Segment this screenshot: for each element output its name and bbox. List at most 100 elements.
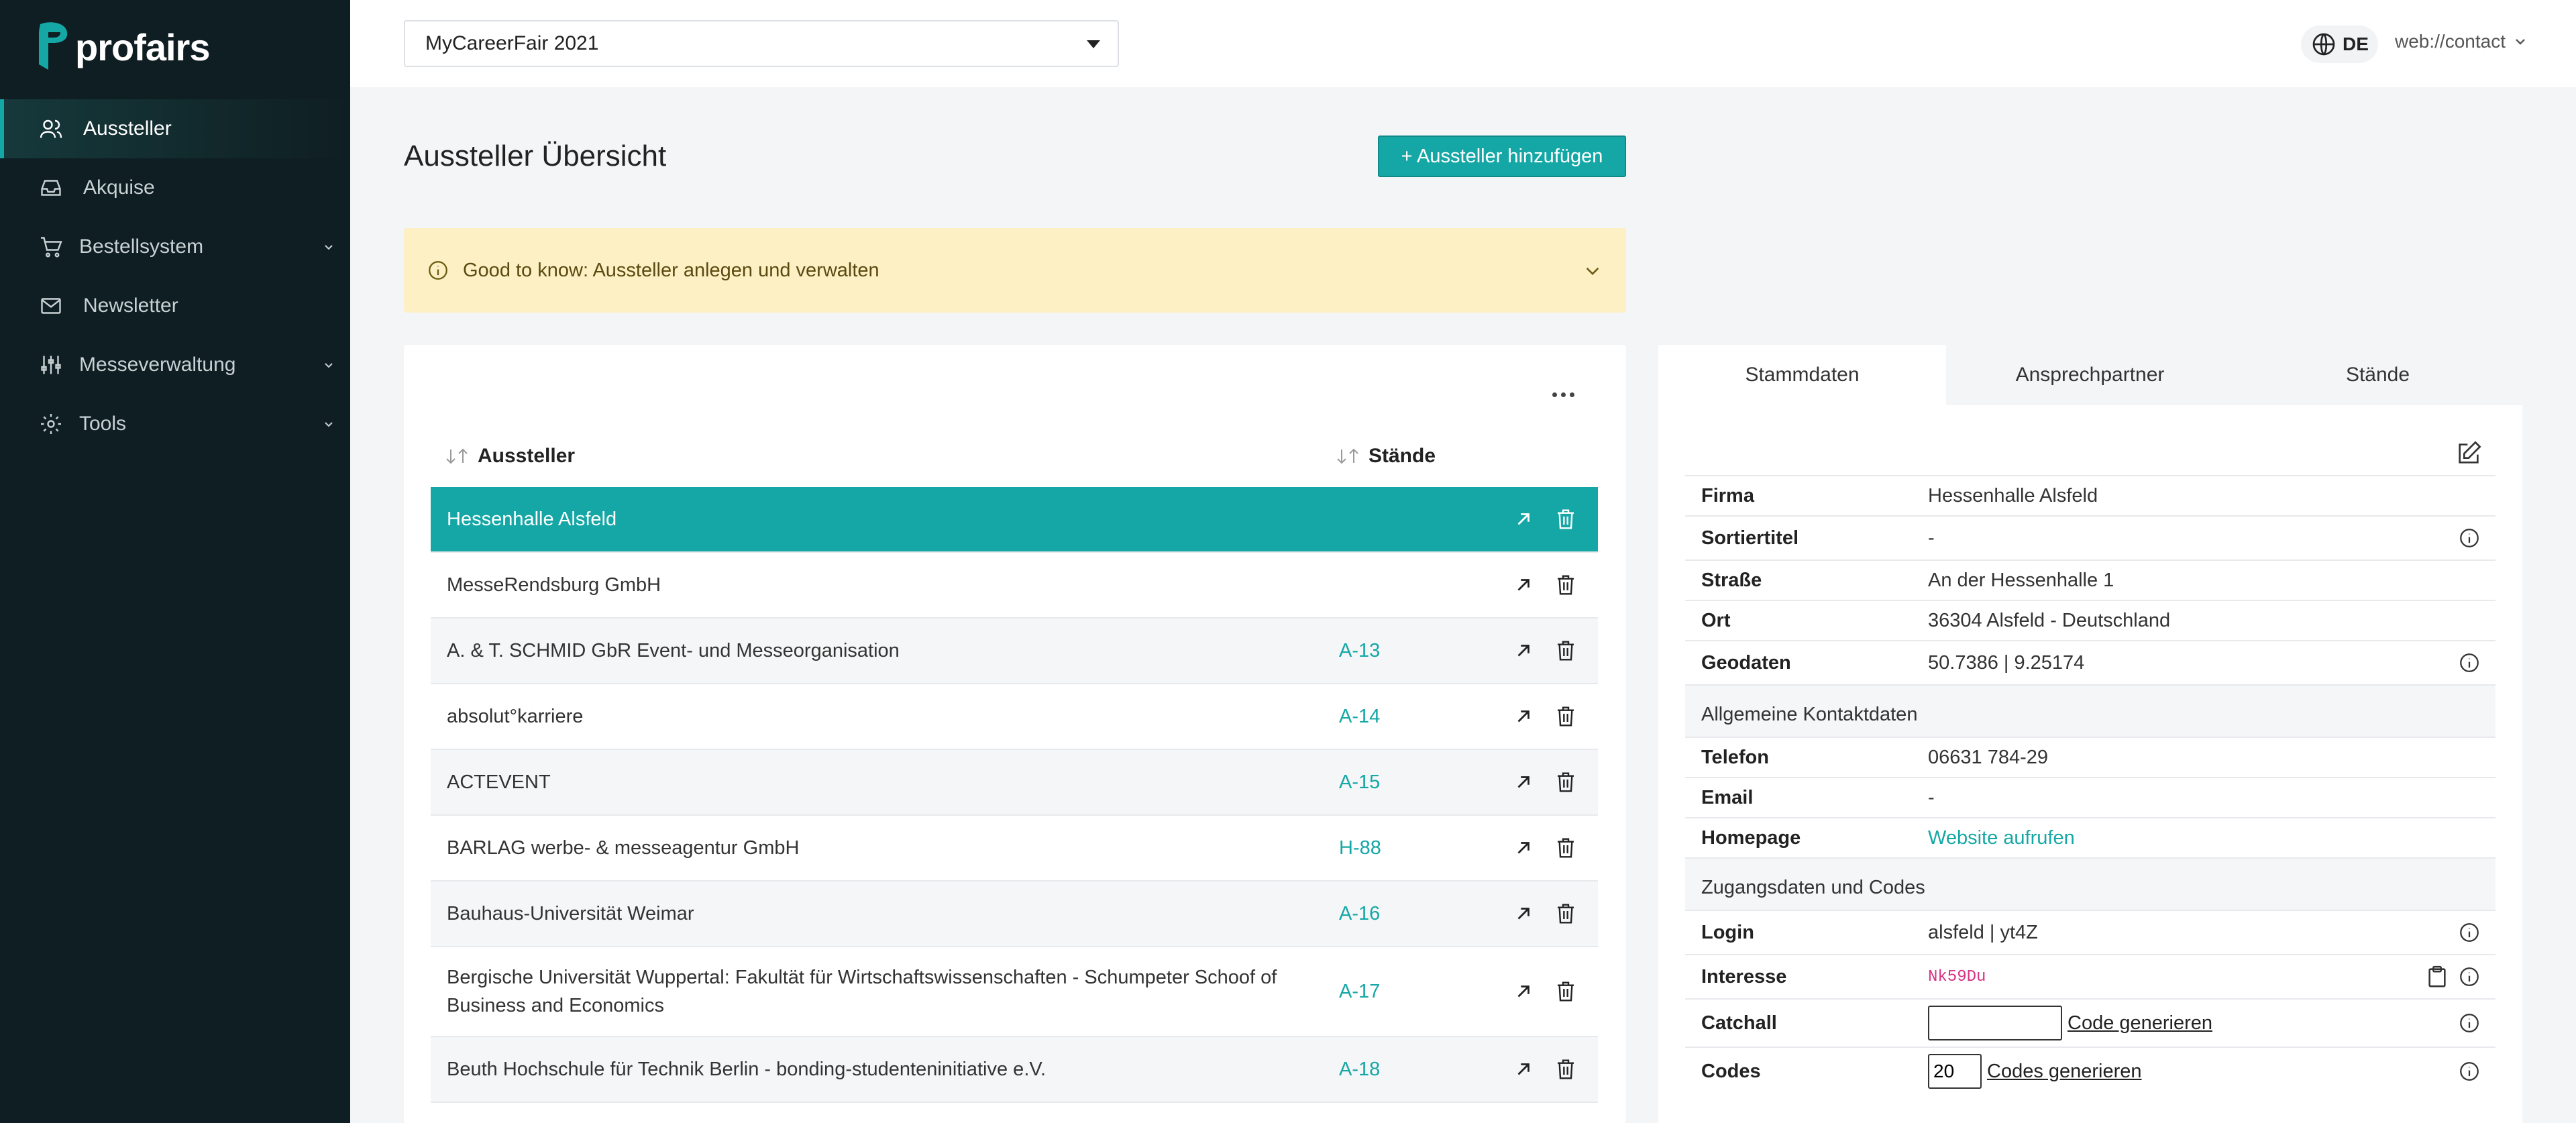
page-title: Aussteller Übersicht	[404, 140, 667, 172]
sidebar-item-newsletter[interactable]: Newsletter	[0, 276, 350, 335]
generate-code-link[interactable]: Code generieren	[2068, 1012, 2212, 1034]
open-external-icon[interactable]	[1513, 904, 1534, 924]
event-select[interactable]: MyCareerFair 2021	[404, 20, 1119, 67]
sidebar-item-bestellsystem[interactable]: Bestellsystem	[0, 217, 350, 276]
users-icon	[40, 119, 62, 138]
table-row[interactable]: BARLAG werbe- & messeagentur GmbH H-88	[431, 816, 1598, 881]
tab-ansprechpartner[interactable]: Ansprechpartner	[1946, 345, 2234, 405]
exhibitor-name: A. & T. SCHMID GbR Event- und Messeorgan…	[447, 640, 900, 661]
edit-icon[interactable]	[2455, 440, 2482, 467]
stand-link[interactable]: A-15	[1339, 771, 1380, 794]
info-banner-text: Good to know: Aussteller anlegen und ver…	[463, 259, 879, 281]
table-row[interactable]: absolut°karriere A-14	[431, 684, 1598, 750]
open-external-icon[interactable]	[1513, 838, 1534, 858]
catchall-input[interactable]	[1928, 1006, 2062, 1040]
column-label: Aussteller	[478, 445, 576, 467]
chevron-down-icon	[1586, 267, 1599, 275]
sidebar-item-messeverwaltung[interactable]: Messeverwaltung	[0, 335, 350, 394]
account-menu[interactable]: web://contact	[2395, 31, 2527, 52]
inbox-icon	[41, 180, 61, 196]
open-external-icon[interactable]	[1513, 509, 1534, 529]
info-icon[interactable]	[2458, 921, 2481, 944]
tab-staende[interactable]: Stände	[2234, 345, 2522, 405]
stand-link[interactable]: A-16	[1339, 903, 1380, 925]
codes-count-input[interactable]	[1928, 1054, 1982, 1089]
field-label: Catchall	[1701, 1012, 1777, 1034]
stand-link[interactable]: A-14	[1339, 706, 1380, 728]
language-switcher[interactable]: DE	[2301, 25, 2378, 63]
open-external-icon[interactable]	[1513, 641, 1534, 661]
trash-icon[interactable]	[1555, 507, 1576, 531]
field-label: Straße	[1701, 569, 1762, 591]
exhibitor-table-card: Aussteller Stände Hessenhalle Alsfeld Me…	[404, 345, 1626, 1123]
stand-link[interactable]: A-18	[1339, 1059, 1380, 1081]
globe-icon	[2312, 33, 2335, 56]
detail-row-interesse: Interesse Nk59Du	[1685, 954, 2496, 998]
sidebar-item-akquise[interactable]: Akquise	[0, 158, 350, 217]
detail-row-telefon: Telefon 06631 784-29	[1685, 737, 2496, 777]
detail-row-codes: Codes Codes generieren	[1685, 1047, 2496, 1095]
sidebar-item-label: Aussteller	[83, 117, 172, 140]
logo[interactable]: profairs	[31, 20, 210, 74]
open-external-icon[interactable]	[1513, 981, 1534, 1002]
info-icon[interactable]	[2458, 651, 2481, 674]
caret-down-icon	[1087, 40, 1100, 48]
sidebar-item-aussteller[interactable]: Aussteller	[0, 99, 350, 158]
language-label: DE	[2343, 34, 2369, 54]
table-row[interactable]: ACTEVENT A-15	[431, 750, 1598, 816]
stand-link[interactable]: A-13	[1339, 640, 1380, 662]
sliders-icon	[41, 356, 61, 374]
trash-icon[interactable]	[1555, 639, 1576, 663]
open-external-icon[interactable]	[1513, 1059, 1534, 1079]
field-label: Telefon	[1701, 746, 1769, 768]
info-icon[interactable]	[2458, 965, 2481, 988]
more-options-icon[interactable]	[1552, 388, 1579, 401]
info-icon	[429, 261, 447, 280]
column-header-staende[interactable]: Stände	[1335, 445, 1436, 468]
clipboard-icon[interactable]	[2427, 965, 2447, 988]
info-banner[interactable]: Good to know: Aussteller anlegen und ver…	[404, 228, 1626, 313]
trash-icon[interactable]	[1555, 770, 1576, 794]
table-row[interactable]: Bergische Universität Wuppertal: Fakultä…	[431, 947, 1598, 1037]
chevron-down-icon	[325, 422, 333, 427]
chevron-down-icon	[2516, 39, 2525, 45]
trash-icon[interactable]	[1555, 1057, 1576, 1081]
open-external-icon[interactable]	[1513, 772, 1534, 792]
open-external-icon[interactable]	[1513, 575, 1534, 595]
cart-icon	[41, 237, 62, 258]
trash-icon[interactable]	[1555, 836, 1576, 860]
stand-link[interactable]: A-17	[1339, 981, 1380, 1003]
generate-codes-link[interactable]: Codes generieren	[1987, 1061, 2142, 1083]
table-row[interactable]: Beuth Hochschule für Technik Berlin - bo…	[431, 1037, 1598, 1103]
sidebar-item-label: Newsletter	[83, 295, 178, 317]
logo-text: profairs	[75, 25, 210, 68]
sidebar-item-tools[interactable]: Tools	[0, 394, 350, 453]
exhibitor-name: Hessenhalle Alsfeld	[447, 509, 617, 530]
trash-icon[interactable]	[1555, 704, 1576, 729]
detail-row-sortiertitel: Sortiertitel -	[1685, 515, 2496, 559]
trash-icon[interactable]	[1555, 902, 1576, 926]
field-label: Firma	[1701, 484, 1754, 506]
table-row[interactable]: A. & T. SCHMID GbR Event- und Messeorgan…	[431, 619, 1598, 684]
open-external-icon[interactable]	[1513, 706, 1534, 727]
trash-icon[interactable]	[1555, 979, 1576, 1004]
table-row[interactable]: Bauhaus-Universität Weimar A-16	[431, 881, 1598, 947]
homepage-link[interactable]: Website aufrufen	[1928, 827, 2075, 849]
info-icon[interactable]	[2458, 1012, 2481, 1034]
info-icon[interactable]	[2458, 527, 2481, 549]
stand-link[interactable]: H-88	[1339, 837, 1381, 859]
info-icon[interactable]	[2458, 1060, 2481, 1083]
tab-stammdaten[interactable]: Stammdaten	[1658, 345, 1946, 405]
detail-row-ort: Ort 36304 Alsfeld - Deutschland	[1685, 600, 2496, 640]
field-label: Interesse	[1701, 965, 1787, 987]
field-value: -	[1928, 527, 1935, 549]
table-row[interactable]: Hessenhalle Alsfeld	[431, 487, 1598, 553]
trash-icon[interactable]	[1555, 573, 1576, 597]
topbar: MyCareerFair 2021 DE web://contact	[350, 0, 2576, 87]
table-row[interactable]: MesseRendsburg GmbH	[431, 553, 1598, 619]
column-header-aussteller[interactable]: Aussteller	[444, 445, 575, 468]
add-exhibitor-button[interactable]: + Aussteller hinzufügen	[1378, 136, 1626, 177]
exhibitor-name: Bergische Universität Wuppertal: Fakultä…	[447, 967, 1277, 1016]
detail-row-homepage: Homepage Website aufrufen	[1685, 817, 2496, 857]
table-body: Hessenhalle Alsfeld MesseRendsburg GmbH …	[431, 487, 1598, 1103]
